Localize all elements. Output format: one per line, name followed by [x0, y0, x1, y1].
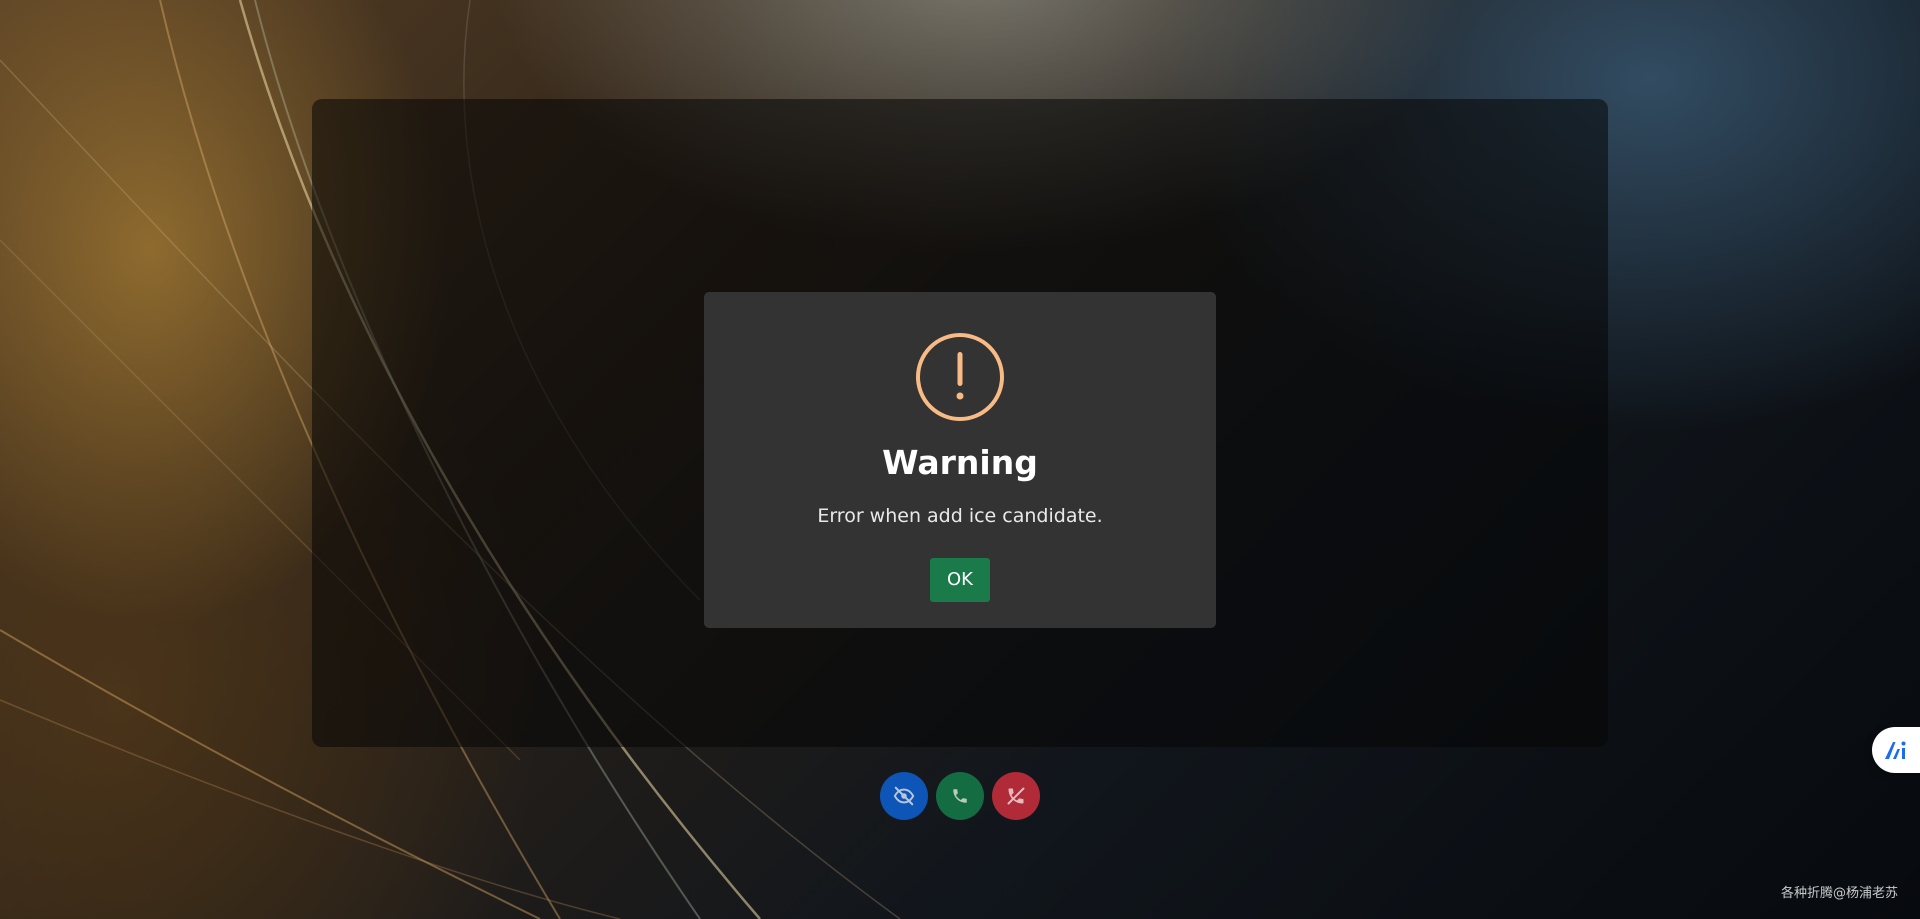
ok-button[interactable]: OK	[930, 558, 990, 602]
warning-dialog: Warning Error when add ice candidate. OK	[704, 292, 1216, 628]
phone-slash-icon	[1006, 786, 1026, 806]
ai-assistant-button[interactable]	[1872, 727, 1920, 773]
dialog-title: Warning	[882, 443, 1038, 482]
eye-slash-icon	[893, 785, 915, 807]
toggle-video-button[interactable]	[880, 772, 928, 820]
answer-call-button[interactable]	[936, 772, 984, 820]
watermark-text: 各种折腾@杨浦老苏	[1780, 886, 1898, 901]
phone-icon	[951, 787, 969, 805]
dialog-message: Error when add ice candidate.	[817, 505, 1103, 527]
exclamation-circle-icon	[915, 332, 1005, 422]
hang-up-button[interactable]	[992, 772, 1040, 820]
